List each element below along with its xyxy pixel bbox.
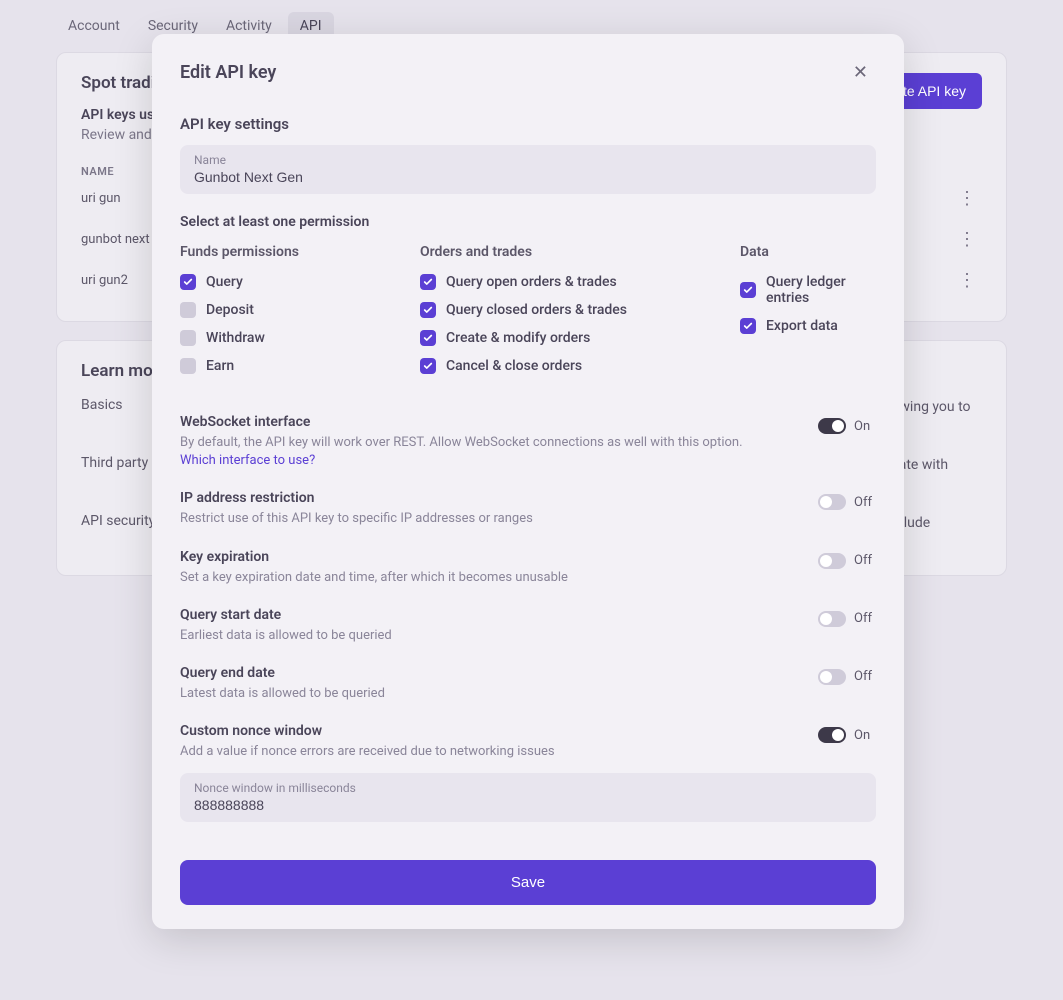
save-button[interactable]: Save [180, 860, 876, 905]
setting-row: Query start date Earliest data is allowed… [180, 591, 876, 649]
checkbox-icon[interactable] [180, 302, 196, 318]
orders-permissions-col: Orders and trades Query open orders & tr… [420, 244, 740, 386]
tab-account[interactable]: Account [56, 12, 132, 40]
api-key-settings-title: API key settings [180, 115, 876, 133]
toggle-switch[interactable] [818, 611, 846, 627]
orders-label: Create & modify orders [446, 330, 590, 346]
checkbox-icon[interactable] [180, 358, 196, 374]
edit-api-key-modal: Edit API key ✕ API key settings Name Sel… [152, 34, 904, 929]
orders-item[interactable]: Create & modify orders [420, 330, 740, 346]
funds-title: Funds permissions [180, 244, 420, 260]
setting-row: Custom nonce window Add a value if nonce … [180, 707, 876, 765]
toggle-switch[interactable] [818, 553, 846, 569]
toggle-state-label: Off [854, 495, 876, 510]
nonce-input[interactable] [194, 797, 862, 813]
setting-desc: Earliest data is allowed to be queried [180, 627, 392, 645]
api-key-name: uri gun2 [81, 273, 128, 288]
funds-item[interactable]: Deposit [180, 302, 420, 318]
funds-label: Withdraw [206, 330, 265, 346]
orders-label: Cancel & close orders [446, 358, 582, 374]
setting-title: Key expiration [180, 549, 568, 565]
setting-title: Custom nonce window [180, 723, 555, 739]
orders-item[interactable]: Query closed orders & trades [420, 302, 740, 318]
name-field[interactable]: Name [180, 145, 876, 194]
setting-desc: Restrict use of this API key to specific… [180, 510, 533, 528]
toggle-switch[interactable] [818, 727, 846, 743]
row-menu-icon[interactable]: ⋮ [952, 188, 982, 209]
funds-label: Earn [206, 358, 234, 374]
orders-label: Query open orders & trades [446, 274, 617, 290]
toggle-switch[interactable] [818, 669, 846, 685]
data-permissions-col: Data Query ledger entries Export data [740, 244, 876, 386]
setting-row: IP address restriction Restrict use of th… [180, 474, 876, 532]
orders-item[interactable]: Query open orders & trades [420, 274, 740, 290]
toggle-state-label: Off [854, 611, 876, 626]
data-item[interactable]: Query ledger entries [740, 274, 876, 306]
funds-permissions-col: Funds permissions Query Deposit Withdraw Ea… [180, 244, 420, 386]
setting-title: WebSocket interface [180, 414, 743, 430]
name-input[interactable] [194, 169, 862, 185]
toggle-switch[interactable] [818, 494, 846, 510]
checkbox-icon[interactable] [180, 330, 196, 346]
checkbox-icon[interactable] [420, 274, 436, 290]
select-permission-title: Select at least one permission [180, 214, 876, 230]
nonce-field[interactable]: Nonce window in milliseconds [180, 773, 876, 822]
funds-item[interactable]: Query [180, 274, 420, 290]
checkbox-icon[interactable] [180, 274, 196, 290]
nonce-label: Nonce window in milliseconds [194, 781, 862, 795]
data-item[interactable]: Export data [740, 318, 876, 334]
setting-desc: Set a key expiration date and time, afte… [180, 569, 568, 587]
checkbox-icon[interactable] [420, 302, 436, 318]
toggle-switch[interactable] [818, 418, 846, 434]
checkbox-icon[interactable] [740, 282, 756, 298]
row-menu-icon[interactable]: ⋮ [952, 229, 982, 250]
funds-item[interactable]: Earn [180, 358, 420, 374]
setting-title: Query end date [180, 665, 385, 681]
setting-desc: Latest data is allowed to be queried [180, 685, 385, 703]
orders-item[interactable]: Cancel & close orders [420, 358, 740, 374]
row-menu-icon[interactable]: ⋮ [952, 270, 982, 291]
setting-title: Query start date [180, 607, 392, 623]
setting-row: WebSocket interface By default, the API k… [180, 398, 876, 474]
setting-row: Key expiration Set a key expiration date … [180, 533, 876, 591]
funds-label: Deposit [206, 302, 254, 318]
toggle-state-label: Off [854, 669, 876, 684]
data-label: Export data [766, 318, 838, 334]
checkbox-icon[interactable] [740, 318, 756, 334]
data-label: Query ledger entries [766, 274, 876, 306]
orders-title: Orders and trades [420, 244, 740, 260]
checkbox-icon[interactable] [420, 358, 436, 374]
setting-title: IP address restriction [180, 490, 533, 506]
name-label: Name [194, 153, 862, 167]
setting-row: Query end date Latest data is allowed to … [180, 649, 876, 707]
funds-item[interactable]: Withdraw [180, 330, 420, 346]
toggle-state-label: On [854, 419, 876, 434]
close-icon[interactable]: ✕ [845, 58, 876, 87]
toggle-state-label: Off [854, 553, 876, 568]
interface-help-link[interactable]: Which interface to use? [180, 453, 315, 468]
toggle-state-label: On [854, 728, 876, 743]
orders-label: Query closed orders & trades [446, 302, 627, 318]
setting-desc: By default, the API key will work over R… [180, 434, 743, 470]
checkbox-icon[interactable] [420, 330, 436, 346]
funds-label: Query [206, 274, 243, 290]
api-key-name: uri gun [81, 191, 121, 206]
data-title: Data [740, 244, 876, 260]
setting-desc: Add a value if nonce errors are received… [180, 743, 555, 761]
modal-title: Edit API key [180, 62, 276, 83]
